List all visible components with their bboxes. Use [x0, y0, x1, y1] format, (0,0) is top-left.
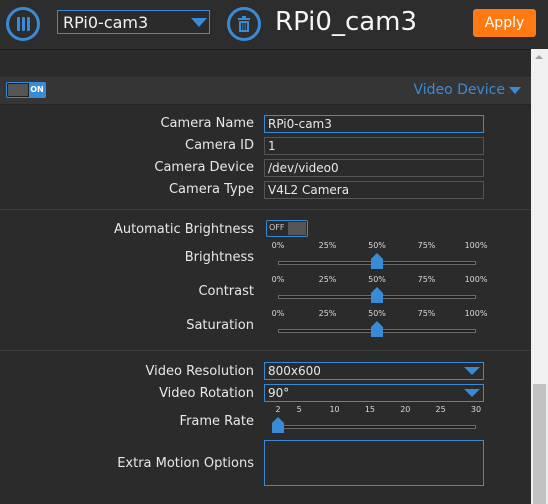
trash-icon — [238, 16, 250, 32]
video-rotation-label: Video Rotation — [159, 386, 254, 401]
slider-ticks: 0% 25% 50% 75% 100% — [270, 309, 488, 319]
camera-id-label: Camera ID — [185, 138, 254, 153]
slider-tick-label: 30 — [470, 405, 482, 414]
camera-name-field[interactable] — [264, 115, 484, 133]
slider-tick-label: 25% — [318, 309, 337, 318]
slider-tick-label: 75% — [417, 309, 436, 318]
video-resolution-value: 800x600 — [268, 364, 321, 378]
slider-tick-label: 20 — [400, 405, 411, 414]
contrast-label: Contrast — [198, 284, 254, 299]
slider-ticks: 0% 25% 50% 75% 100% — [270, 241, 488, 251]
toggle-label: ON — [29, 83, 45, 97]
delete-camera-button[interactable] — [227, 7, 261, 41]
auto-brightness-toggle[interactable]: OFF — [266, 220, 308, 237]
auto-brightness-label: Automatic Brightness — [113, 222, 254, 237]
slider-tick-label: 10 — [329, 405, 340, 414]
scrollbar-thumb[interactable] — [533, 384, 546, 504]
slider-tick-label: 25% — [318, 275, 337, 284]
camera-id-field[interactable] — [264, 137, 484, 155]
slider-thumb[interactable] — [371, 321, 383, 337]
slider-tick-label: 100% — [464, 241, 488, 250]
slider-tick-label: 50% — [368, 241, 386, 250]
video-rotation-select[interactable]: 90° — [264, 384, 484, 402]
chevron-down-icon — [464, 367, 480, 375]
slider-tick-label: 25% — [318, 241, 337, 250]
menu-button[interactable] — [6, 7, 40, 41]
section-chevron-down-icon[interactable] — [509, 87, 521, 94]
slider-tick-label: 25 — [435, 405, 446, 414]
video-rotation-value: 90° — [268, 386, 290, 400]
slider-tick-label: 2 — [275, 405, 281, 414]
camera-type-field[interactable] — [264, 181, 484, 199]
video-resolution-label: Video Resolution — [145, 364, 254, 379]
slider-ticks: 2 5 10 15 20 25 30 — [270, 405, 484, 415]
brightness-label: Brightness — [184, 250, 254, 265]
slider-tick-label: 5 — [296, 405, 302, 414]
scrollbar[interactable] — [531, 49, 548, 504]
slider-thumb[interactable] — [371, 253, 383, 269]
saturation-slider[interactable]: 0% 25% 50% 75% 100% — [270, 309, 488, 343]
slider-track[interactable] — [278, 425, 476, 429]
scroll-up-arrow-icon[interactable] — [535, 55, 543, 59]
slider-tick-label: 50% — [368, 309, 386, 318]
camera-device-label: Camera Device — [154, 160, 254, 175]
slider-tick-label: 0% — [271, 309, 285, 318]
camera-device-field[interactable] — [264, 159, 484, 177]
divider — [0, 350, 531, 351]
brightness-slider[interactable]: 0% 25% 50% 75% 100% — [270, 241, 488, 275]
slider-tick-label: 100% — [464, 275, 488, 284]
slider-tick-label: 50% — [368, 275, 386, 284]
video-resolution-select[interactable]: 800x600 — [264, 362, 484, 380]
chevron-down-icon — [464, 389, 480, 397]
camera-select[interactable]: RPi0-cam3 — [57, 10, 210, 34]
camera-select-value: RPi0-cam3 — [63, 13, 149, 32]
frame-rate-slider[interactable]: 2 5 10 15 20 25 30 — [270, 405, 484, 439]
slider-thumb[interactable] — [371, 287, 383, 303]
contrast-slider[interactable]: 0% 25% 50% 75% 100% — [270, 275, 488, 309]
divider — [0, 209, 531, 210]
slider-tick-label: 75% — [417, 241, 436, 250]
top-bar: RPi0-cam3 RPi0_cam3 Apply — [0, 0, 548, 50]
video-device-toggle[interactable]: ON — [6, 82, 46, 98]
section-title[interactable]: Video Device — [413, 82, 505, 98]
camera-name-label: Camera Name — [160, 116, 254, 131]
slider-tick-label: 0% — [271, 241, 285, 250]
slider-ticks: 0% 25% 50% 75% 100% — [270, 275, 488, 285]
slider-tick-label: 15 — [364, 405, 376, 414]
slider-tick-label: 75% — [417, 275, 436, 284]
slider-thumb[interactable] — [272, 417, 284, 433]
frame-rate-label: Frame Rate — [179, 414, 254, 429]
section-header: ON Video Device — [0, 77, 531, 105]
extra-motion-options-label: Extra Motion Options — [117, 456, 254, 471]
extra-motion-options-textarea[interactable] — [264, 440, 484, 486]
camera-title: RPi0_cam3 — [275, 7, 418, 37]
toggle-label: OFF — [269, 223, 285, 232]
camera-type-label: Camera Type — [168, 182, 254, 197]
chevron-down-icon — [191, 18, 207, 27]
menu-icon — [17, 17, 20, 31]
slider-tick-label: 0% — [271, 275, 285, 284]
slider-tick-label: 100% — [464, 309, 488, 318]
saturation-label: Saturation — [186, 318, 254, 333]
apply-button[interactable]: Apply — [473, 9, 536, 37]
